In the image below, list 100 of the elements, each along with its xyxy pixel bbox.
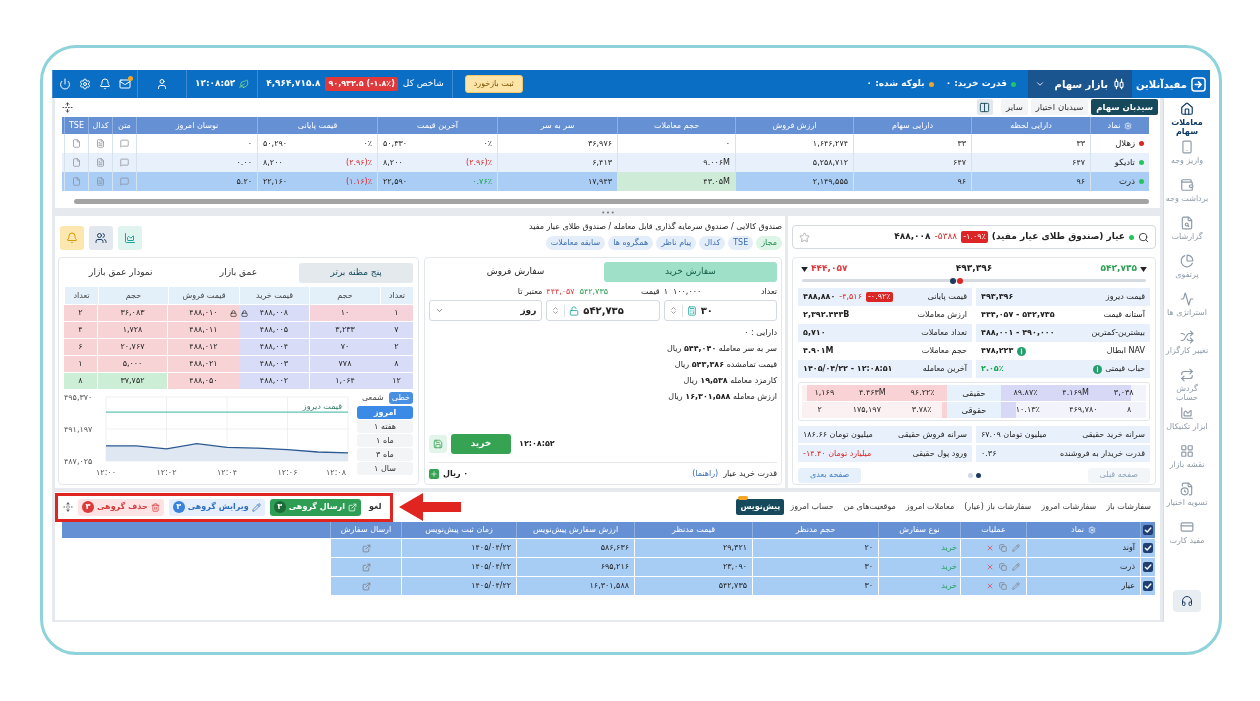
stepper-icon[interactable] <box>551 306 561 315</box>
orders-tab[interactable]: موقعیت‌های من <box>839 499 900 515</box>
power-icon[interactable] <box>59 78 71 90</box>
calculator-icon[interactable] <box>686 305 697 316</box>
table-row[interactable]: ذرت ۹۶ ۹۶ ۲,۱۴۹,۵۵۵ ۴۳.۰۵M ۱۷,۹۴۳ ۰.۷۶٪ ۲۲,۵۹۰ (۱.۱۶)٪ ۲۲,۱۶۰ ۵.۲۰ <box>62 172 1149 191</box>
file-icon[interactable] <box>72 139 81 148</box>
watchlist-tab[interactable]: سیدبان اختیار <box>1030 99 1089 115</box>
bell-icon[interactable] <box>99 78 111 90</box>
validity-select[interactable]: روز <box>429 300 543 321</box>
orders-tab[interactable]: معاملات امروز <box>901 499 959 515</box>
info-chip[interactable]: پیام ناظر <box>656 236 697 250</box>
file-icon[interactable] <box>72 158 81 167</box>
depth-tab[interactable]: پنج مظنه برتر <box>299 263 413 283</box>
orders-tab[interactable]: حساب امروز <box>786 499 838 515</box>
external-link-icon[interactable] <box>361 562 371 572</box>
support-button[interactable] <box>1173 590 1201 612</box>
info-icon[interactable] <box>1093 364 1103 374</box>
pencil-icon[interactable] <box>1012 563 1020 571</box>
expand-icon[interactable] <box>63 502 73 512</box>
copy-icon[interactable] <box>999 563 1007 571</box>
range-button[interactable]: ۱ سال <box>357 462 413 475</box>
next-page-button[interactable]: صفحه بعدی <box>798 467 862 483</box>
symbol-search-field[interactable]: عیار (صندوق طلای عیار مفید) -۱.۰۹٪ -۵۳۸۸ ۴۸۸,۰۰۸ <box>792 225 1156 249</box>
settings-icon[interactable] <box>1124 121 1133 130</box>
checkbox[interactable] <box>1143 525 1153 535</box>
copy-icon[interactable] <box>999 544 1007 552</box>
cancel-link[interactable]: لغو <box>365 501 385 513</box>
settings-icon[interactable] <box>1087 526 1096 534</box>
orders-tab[interactable]: سفارشات باز (عیار) <box>960 499 1036 515</box>
pencil-icon[interactable] <box>1012 544 1020 552</box>
add-column-button[interactable] <box>977 99 993 115</box>
close-icon[interactable] <box>986 563 994 571</box>
chart-style-toggle[interactable]: شمعی <box>358 392 387 404</box>
alert-button[interactable] <box>60 226 84 250</box>
group-button[interactable] <box>89 226 113 250</box>
column-header: TSE <box>69 119 84 132</box>
mail-icon[interactable] <box>119 78 131 90</box>
settings-icon[interactable] <box>79 78 91 90</box>
close-icon[interactable] <box>986 544 994 552</box>
depth-tab[interactable]: نمودار عمق بازار <box>64 263 178 283</box>
add-funds-button[interactable] <box>429 469 439 479</box>
unlock-icon[interactable] <box>569 305 580 316</box>
checkbox[interactable] <box>1143 581 1153 591</box>
external-link-icon[interactable] <box>361 581 371 591</box>
clock-time: ۱۲:۰۸:۵۲ <box>195 77 236 91</box>
price-field[interactable]: ۵۴۲,۷۳۵ <box>546 300 660 321</box>
depth-tab[interactable]: عمق بازار <box>181 263 296 283</box>
help-link[interactable]: (راهنما) <box>692 468 719 480</box>
sidebar-item[interactable]: معاملات سهام <box>1164 102 1210 140</box>
range-button[interactable]: ۳ ماه <box>357 448 413 461</box>
expand-icon[interactable] <box>62 101 73 113</box>
message-icon[interactable] <box>120 139 129 148</box>
horizontal-scrollbar[interactable] <box>74 199 1149 204</box>
feedback-button[interactable]: ثبت بازخورد <box>464 75 523 93</box>
table-cell: ۹۶.۲۲٪ <box>910 387 935 399</box>
copy-icon[interactable] <box>999 582 1007 590</box>
table-row[interactable]: تادیکو ۶۴۷ ۶۴۷ ۵,۲۵۸,۷۱۲ ۹.۰۰۶M ۶,۴۱۳ (۲.۹۶)٪ ۸,۲۰۰ (۲.۹۶)٪ ۸,۲۰۰ ۰.۰۰ <box>62 153 1149 172</box>
stat-value: ۰.۳۶ <box>981 447 997 460</box>
watchlist-tab[interactable]: سایر <box>1001 99 1028 115</box>
market-selector[interactable]: بازار سهام <box>1028 70 1132 98</box>
column-header: کدال <box>92 119 109 132</box>
checkbox[interactable] <box>1143 562 1153 572</box>
orders-tab[interactable]: سفارشات باز <box>1102 499 1155 515</box>
resize-handle[interactable] <box>601 210 614 214</box>
range-button[interactable]: امروز <box>357 406 413 419</box>
message-icon[interactable] <box>120 177 129 186</box>
document-icon[interactable] <box>96 139 105 148</box>
delete-group-button[interactable]: حذف گروهی ۳ <box>78 498 164 516</box>
info-chip[interactable]: کدال <box>699 236 726 250</box>
info-chip[interactable]: مجاز <box>756 236 782 250</box>
close-icon[interactable] <box>986 582 994 590</box>
bid-price-text: ۴۸۸,۰۰۵ <box>259 324 289 336</box>
edit-group-button[interactable]: ویرایش گروهی ۳ <box>168 498 265 516</box>
document-icon[interactable] <box>96 158 105 167</box>
order-tab[interactable]: سفارش فروش <box>429 262 602 282</box>
save-icon <box>433 439 443 449</box>
stepper-icon[interactable] <box>668 306 678 315</box>
external-link-icon[interactable] <box>361 543 371 553</box>
message-icon[interactable] <box>120 158 129 167</box>
send-group-button[interactable]: ارسال گروهی ۳ <box>269 498 361 516</box>
info-chip[interactable]: TSE <box>728 236 754 250</box>
watchlist-tab[interactable]: سیدبان سهام <box>1091 99 1158 115</box>
orders-tab[interactable]: سفارشات امروز <box>1037 499 1101 515</box>
checkbox[interactable] <box>1143 543 1153 553</box>
range-button[interactable]: ۱ ماه <box>357 434 413 447</box>
file-icon[interactable] <box>72 177 81 186</box>
chart-button[interactable] <box>118 226 142 250</box>
orders-tab[interactable]: پیش‌نویس <box>736 499 785 515</box>
document-icon[interactable] <box>96 177 105 186</box>
info-chip[interactable]: همگروه ها <box>608 236 654 250</box>
info-chip[interactable]: سابقه معاملات <box>545 236 606 250</box>
order-tab[interactable]: سفارش خرید <box>604 262 777 282</box>
info-icon[interactable] <box>1017 346 1027 356</box>
user-icon[interactable] <box>156 78 168 90</box>
star-icon[interactable] <box>799 231 810 243</box>
pencil-icon[interactable] <box>1012 582 1020 590</box>
table-cell: ۲۰,۷۶۷ <box>98 339 168 355</box>
range-button[interactable]: ۱ هفته <box>357 420 413 433</box>
quantity-field[interactable]: ۳۰ <box>663 300 777 321</box>
save-button[interactable] <box>429 435 447 453</box>
